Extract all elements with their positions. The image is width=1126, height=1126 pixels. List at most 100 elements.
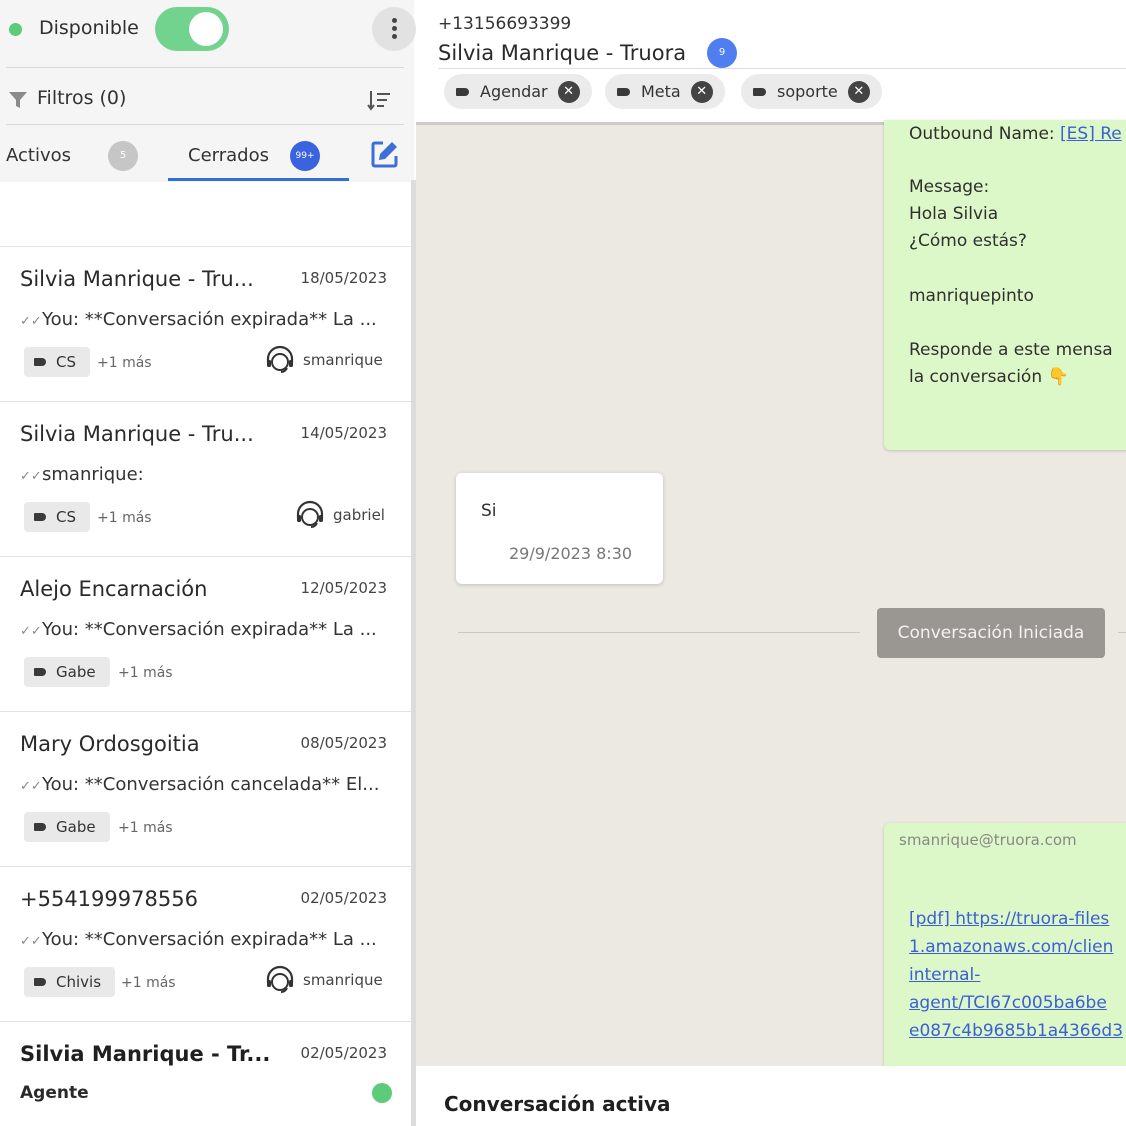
conversation-sidebar: Disponible Filtros (0) Activos 5 Cerrado… — [0, 0, 416, 1126]
conversation-date: 12/05/2023 — [300, 579, 387, 597]
label-icon — [34, 358, 46, 366]
tag-label: soporte — [777, 82, 838, 101]
conversation-tabs: Activos 5 Cerrados 99+ — [0, 126, 414, 182]
conversation-name: Silvia Manrique - Tr... — [20, 1042, 271, 1066]
conversation-item[interactable]: Silvia Manrique - Tru... 18/05/2023 ✓✓ Y… — [0, 247, 411, 402]
conversation-status-title: Conversación activa — [444, 1092, 671, 1116]
filter-icon[interactable] — [8, 90, 28, 110]
remove-tag-icon[interactable]: ✕ — [557, 81, 580, 103]
toggle-knob — [189, 12, 223, 46]
remove-tag-icon[interactable]: ✕ — [690, 81, 713, 103]
tag-label: CS — [56, 353, 76, 371]
availability-bar: Disponible — [0, 0, 416, 62]
double-check-icon: ✓✓ — [20, 314, 42, 329]
label-icon — [34, 978, 46, 986]
conversation-item[interactable]: Alejo Encarnación 12/05/2023 ✓✓ You: **C… — [0, 557, 411, 712]
contact-phone: +13156693399 — [438, 14, 572, 34]
message-line: ¿Cómo estás? — [909, 231, 1027, 251]
tag-meta: Meta ✕ — [605, 74, 725, 109]
file-link[interactable]: internal- — [909, 965, 980, 985]
more-tags: +1 más — [121, 975, 176, 991]
tag-chip: CS — [24, 347, 90, 377]
double-check-icon: ✓✓ — [20, 624, 42, 639]
file-link[interactable]: [pdf] https://truora-files — [909, 909, 1109, 929]
tag-label: Meta — [641, 82, 681, 101]
tag-soporte: soporte ✕ — [741, 74, 882, 109]
label-icon — [456, 88, 469, 96]
label-icon — [753, 88, 766, 96]
assigned-agent: smanrique — [265, 345, 387, 375]
label-icon — [34, 823, 46, 831]
chat-panel: +13156693399 Silvia Manrique - Truora 9 … — [416, 0, 1126, 1126]
conversation-preview: You: **Conversación expirada** La ... — [42, 619, 377, 640]
message-line: Responde a este mensa — [909, 340, 1113, 360]
cerrados-count-badge: 99+ — [290, 141, 320, 171]
conversation-name: Silvia Manrique - Tru... — [20, 267, 254, 291]
tab-cerrados[interactable]: Cerrados — [188, 145, 269, 166]
label-icon — [34, 668, 46, 676]
assigned-agent: smanrique — [265, 965, 387, 995]
tag-agendar: Agendar ✕ — [444, 74, 592, 109]
message-text: Si — [481, 501, 497, 521]
tag-label: Agendar — [480, 82, 548, 101]
divider — [1118, 632, 1126, 633]
headset-agent-icon — [266, 345, 294, 373]
file-link[interactable]: e087c4b9685b1a4366d3 — [909, 1021, 1123, 1041]
filters-button[interactable]: Filtros (0) — [37, 87, 126, 109]
divider — [6, 124, 404, 125]
message-line: manriquepinto — [909, 286, 1034, 306]
more-options-button[interactable] — [372, 7, 416, 51]
conversation-preview: You: **Conversación expirada** La ... — [42, 309, 377, 330]
conversation-preview: You: **Conversación cancelada** El... — [42, 774, 380, 795]
tag-chip: Gabe — [24, 657, 110, 687]
divider — [438, 68, 1126, 69]
active-tab-indicator — [168, 178, 349, 181]
conversation-date: 02/05/2023 — [300, 1044, 387, 1062]
conversation-date: 08/05/2023 — [300, 734, 387, 752]
conversation-name: +554199978556 — [20, 887, 198, 911]
file-link[interactable]: agent/TCI67c005ba6be — [909, 993, 1107, 1013]
more-tags: +1 más — [118, 820, 173, 836]
conversation-item[interactable]: Silvia Manrique - Tru... 14/05/2023 ✓✓ s… — [0, 402, 411, 557]
activos-count-badge: 5 — [108, 141, 138, 171]
chat-header: +13156693399 Silvia Manrique - Truora 9 … — [416, 0, 1126, 124]
filters-bar: Filtros (0) — [0, 70, 414, 124]
conversation-name: Mary Ordosgoitia — [20, 732, 200, 756]
tab-activos[interactable]: Activos — [6, 145, 71, 166]
more-tags: +1 más — [118, 665, 173, 681]
file-link[interactable]: 1.amazonaws.com/clien — [909, 937, 1113, 957]
conversation-name: Silvia Manrique - Tru... — [20, 422, 254, 446]
conversation-date: 14/05/2023 — [300, 424, 387, 442]
remove-tag-icon[interactable]: ✕ — [847, 81, 870, 103]
new-conversation-icon[interactable] — [370, 139, 400, 169]
message-line: Hola Silvia — [909, 204, 999, 224]
chat-footer: Conversación activa — [416, 1066, 1126, 1126]
availability-toggle[interactable] — [155, 7, 229, 51]
outbound-name-line: Outbound Name: [ES] Re — [909, 124, 1122, 144]
tag-label: Gabe — [56, 663, 96, 681]
contact-count-badge: 9 — [707, 38, 737, 68]
outbound-name-label: Outbound Name: — [909, 124, 1055, 144]
conversation-item[interactable]: Mary Ordosgoitia 08/05/2023 ✓✓ You: **Co… — [0, 712, 411, 867]
headset-agent-icon — [266, 965, 294, 993]
app-root: Disponible Filtros (0) Activos 5 Cerrado… — [0, 0, 1126, 1126]
conversation-started-label: Conversación Iniciada — [877, 608, 1105, 658]
more-tags: +1 más — [97, 355, 152, 371]
conversation-item[interactable]: Silvia Manrique - Tr... 02/05/2023 Agent… — [0, 1022, 411, 1126]
conversation-item[interactable]: +554199978556 02/05/2023 ✓✓ You: **Conve… — [0, 867, 411, 1022]
headset-agent-icon — [296, 500, 324, 528]
tag-label: Chivis — [56, 973, 102, 991]
double-check-icon: ✓✓ — [20, 779, 42, 794]
outbound-message: Outbound Name: [ES] Re Message: Hola Sil… — [884, 120, 1126, 450]
double-check-icon: ✓✓ — [20, 469, 42, 484]
assigned-agent: gabriel — [295, 500, 387, 530]
sort-icon[interactable] — [366, 88, 392, 112]
more-tags: +1 más — [97, 510, 152, 526]
conversation-date: 18/05/2023 — [300, 269, 387, 287]
double-check-icon: ✓✓ — [20, 934, 42, 949]
tag-chip: CS — [24, 502, 90, 532]
divider — [6, 67, 404, 68]
tag-label: CS — [56, 508, 76, 526]
agent-name: smanrique — [303, 351, 383, 369]
outbound-name-link[interactable]: [ES] Re — [1060, 124, 1122, 144]
